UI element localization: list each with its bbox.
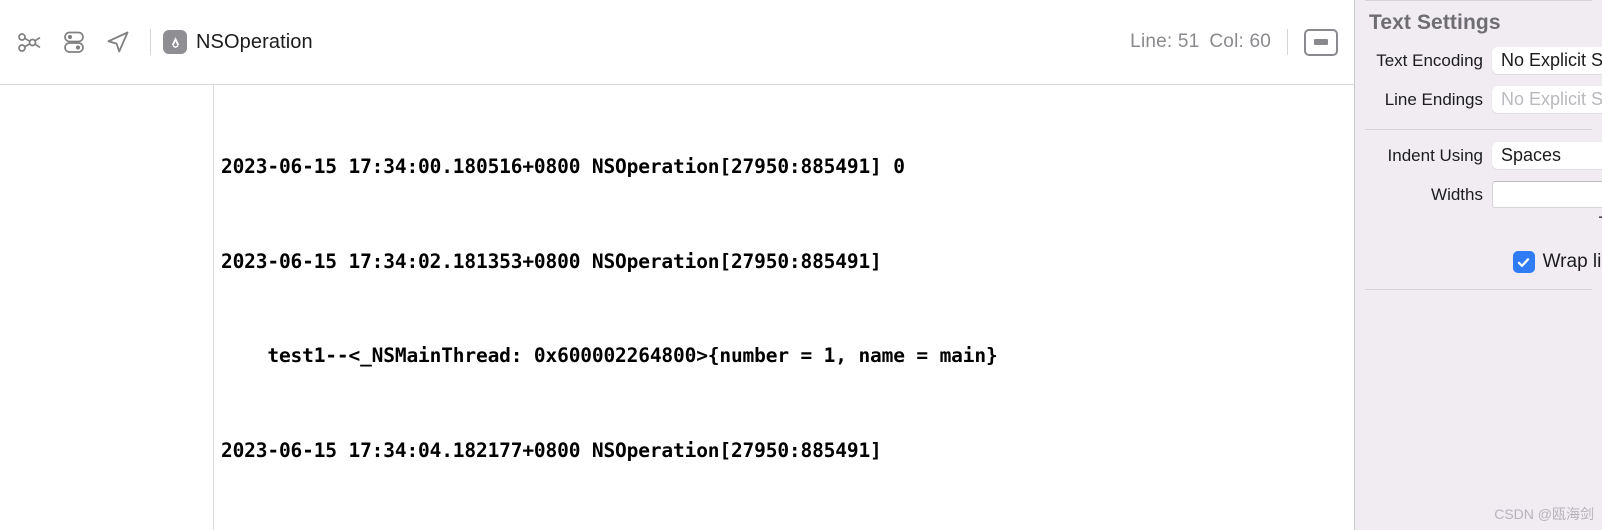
text-encoding-label: Text Encoding — [1376, 50, 1483, 70]
inspector-title: Text Settings — [1369, 11, 1501, 34]
line-endings-row: Line Endings No Explicit Setting — [1355, 86, 1602, 113]
log-line: 2023-06-15 17:34:04.182177+0800 NSOperat… — [221, 438, 882, 462]
hide-console-icon[interactable] — [1304, 28, 1338, 56]
watermark: CSDN @瓯海剑 — [1494, 506, 1594, 522]
app-window: NSOperation Line: 51 Col: 60 2023-06-15 1… — [0, 0, 1602, 530]
line-endings-label: Line Endings — [1384, 89, 1483, 109]
column-number-label: Col: 60 — [1209, 31, 1271, 52]
widths-label: Widths — [1431, 184, 1483, 204]
log-line: 2023-06-15 17:34:00.180516+0800 NSOperat… — [221, 155, 905, 178]
text-encoding-select[interactable]: No Explicit Setting — [1492, 47, 1602, 74]
indent-using-row: Indent Using Spaces — [1355, 142, 1602, 169]
log-line: test1--<_NSMainThread: 0x600002264800>{n… — [221, 344, 998, 367]
wrap-lines-checkbox[interactable] — [1512, 251, 1535, 273]
log-line: 2023-06-15 17:34:02.181353+0800 NSOperat… — [221, 249, 882, 273]
line-number-label: Line: 51 — [1130, 31, 1200, 52]
indent-using-select[interactable]: Spaces — [1492, 142, 1602, 169]
text-settings-inspector: Text Settings Text Encoding No Explicit … — [1354, 0, 1602, 530]
console-log-area[interactable]: 2023-06-15 17:34:00.180516+0800 NSOperat… — [0, 85, 1354, 530]
widths-input[interactable] — [1492, 181, 1602, 208]
hierarchy-icon[interactable] — [8, 20, 52, 64]
toggle-switches-icon[interactable] — [52, 20, 96, 64]
console-log-text[interactable]: 2023-06-15 17:34:00.180516+0800 NSOperat… — [214, 85, 1354, 530]
toolbar-divider-2 — [1287, 29, 1288, 55]
line-col-status: Line: 51 Col: 60 — [1130, 31, 1271, 53]
hide-console-bar — [1314, 39, 1328, 45]
console-gutter — [0, 85, 214, 530]
indent-using-label: Indent Using — [1387, 145, 1483, 165]
line-endings-select[interactable]: No Explicit Setting — [1492, 86, 1602, 113]
toolbar-divider — [150, 29, 151, 55]
inspector-middle-divider — [1365, 129, 1592, 130]
xcode-app-icon — [163, 30, 187, 54]
widths-sublabel-row: Tab — [1355, 213, 1602, 233]
text-encoding-row: Text Encoding No Explicit Setting — [1355, 47, 1602, 74]
wrap-lines-row[interactable]: Wrap lines — [1355, 251, 1602, 273]
widths-row: Widths — [1355, 181, 1602, 208]
scheme-name[interactable]: NSOperation — [196, 31, 313, 54]
inspector-bottom-divider — [1365, 289, 1592, 290]
tab-sublabel: Tab — [1599, 213, 1602, 233]
debug-toolbar: NSOperation Line: 51 Col: 60 — [0, 0, 1354, 85]
wrap-lines-label: Wrap lines — [1542, 251, 1602, 272]
console-pane: NSOperation Line: 51 Col: 60 2023-06-15 1… — [0, 0, 1354, 530]
location-arrow-icon[interactable] — [96, 20, 140, 64]
